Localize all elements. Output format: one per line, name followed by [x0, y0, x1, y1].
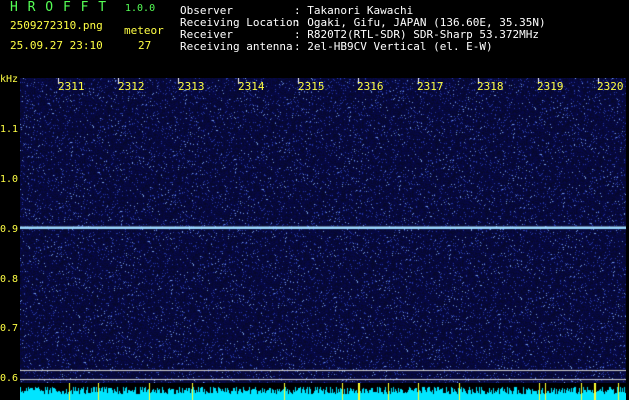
freq-tick-label: 0.8	[0, 274, 19, 285]
info-antenna-label: Receiving antenna	[180, 40, 293, 53]
meteor-label: meteor	[124, 24, 164, 37]
freq-tick-label: 0.9	[0, 224, 19, 235]
time-tick-label: 2320	[597, 80, 624, 93]
freq-unit-label: kHz	[0, 74, 19, 85]
info-antenna-value: : 2el-HB9CV Vertical (el. E-W)	[294, 40, 493, 53]
time-tick-label: 2316	[357, 80, 384, 93]
time-tick-label: 2315	[298, 80, 325, 93]
file-name: 2509272310.png	[10, 19, 103, 32]
signal-level-bar	[20, 383, 626, 400]
app-version: 1.0.0	[125, 3, 156, 14]
datetime: 25.09.27 23:10	[10, 39, 103, 52]
meteor-count: 27	[138, 39, 152, 52]
waterfall-spectrogram	[20, 78, 626, 383]
time-tick-label: 2317	[417, 80, 444, 93]
freq-tick-label: 0.6	[0, 373, 19, 384]
time-tick-label: 2313	[178, 80, 205, 93]
time-tick-label: 2311	[58, 80, 85, 93]
time-tick-label: 2314	[238, 80, 265, 93]
freq-tick-label: 0.7	[0, 323, 19, 334]
time-tick-label: 2318	[477, 80, 504, 93]
app-logo: H R O F F T	[10, 0, 108, 15]
freq-tick-label: 1.1	[0, 124, 19, 135]
time-tick-label: 2319	[537, 80, 564, 93]
time-tick-label: 2312	[118, 80, 145, 93]
freq-tick-label: 1.0	[0, 174, 19, 185]
